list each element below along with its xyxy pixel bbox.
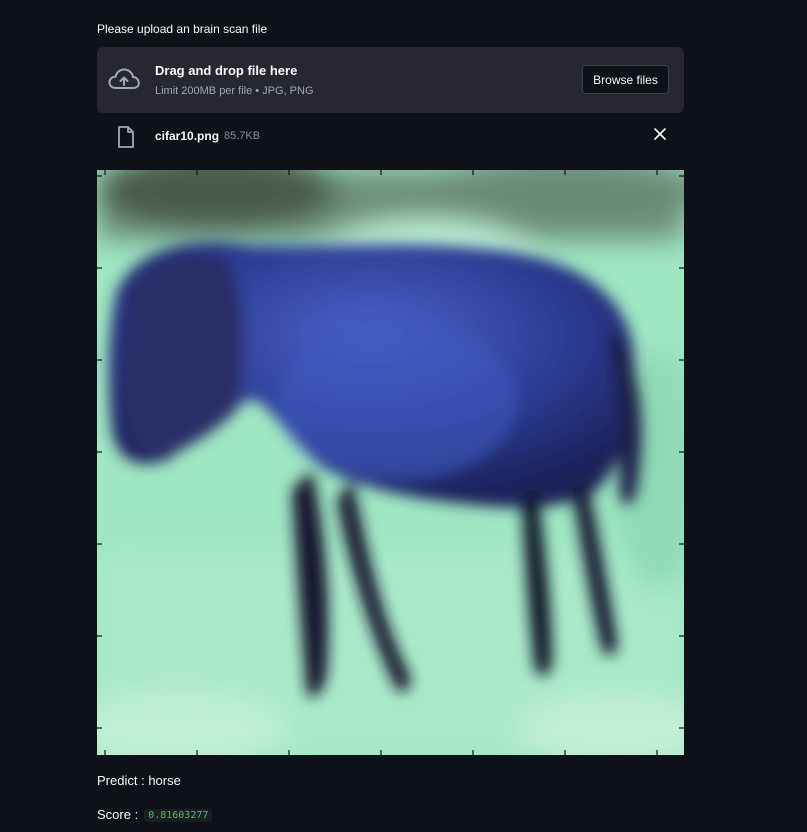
dropzone-limits: Limit 200MB per file • JPG, PNG bbox=[155, 85, 314, 97]
predict-value: horse bbox=[148, 773, 181, 788]
prediction-text: Predict : horse bbox=[97, 773, 181, 788]
file-dropzone[interactable]: Drag and drop file here Limit 200MB per … bbox=[97, 47, 684, 113]
upload-label: Please upload an brain scan file bbox=[97, 22, 268, 36]
uploaded-image bbox=[97, 170, 684, 755]
score-value: 0.81603277 bbox=[144, 809, 213, 823]
predict-label: Predict : bbox=[97, 773, 145, 788]
file-name: cifar10.png bbox=[155, 129, 220, 143]
close-icon[interactable] bbox=[653, 127, 667, 141]
file-size: 85.7KB bbox=[224, 130, 261, 142]
browse-files-button[interactable]: Browse files bbox=[582, 65, 669, 94]
uploaded-file-row: cifar10.png 85.7KB bbox=[97, 120, 684, 152]
dropzone-title: Drag and drop file here bbox=[155, 63, 298, 78]
cloud-upload-icon bbox=[108, 68, 140, 89]
uploaded-image-canvas bbox=[97, 170, 684, 755]
score-text: Score : 0.81603277 bbox=[97, 807, 213, 823]
file-icon bbox=[118, 126, 134, 148]
score-label: Score : bbox=[97, 807, 139, 822]
